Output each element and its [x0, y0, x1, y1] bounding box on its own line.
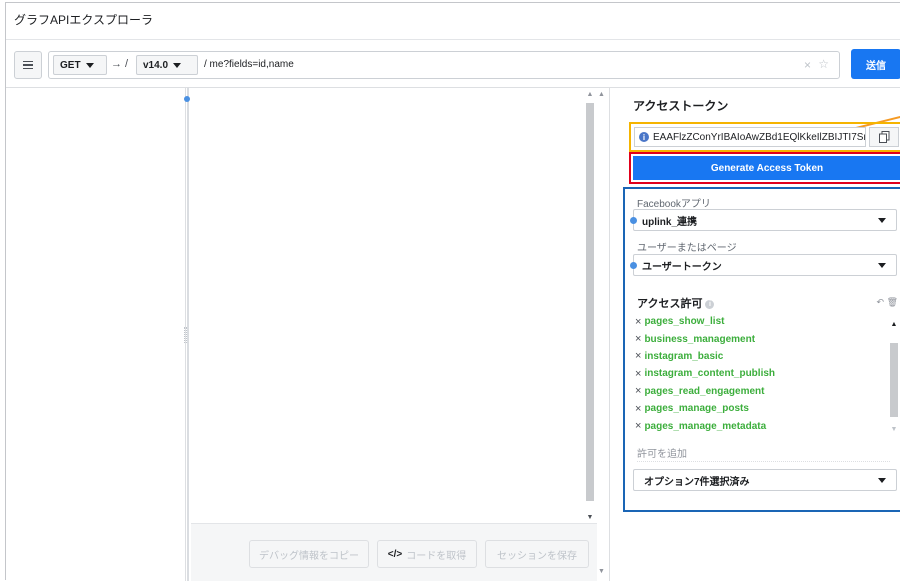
chevron-down-icon — [173, 62, 182, 68]
access-token-field[interactable]: i EAAFlzZConYrIBAIoAwZBd1EQlKkeIlZBIJTI7… — [634, 127, 866, 147]
permission-item: × instagram_basic — [635, 348, 885, 365]
generate-highlight: Generate Access Token — [629, 152, 900, 184]
chevron-down-icon — [85, 62, 94, 68]
scroll-up-icon[interactable]: ▲ — [584, 91, 596, 98]
submit-button[interactable]: 送信 — [851, 49, 900, 79]
hamburger-icon — [23, 60, 33, 63]
permission-scrollbar[interactable]: ▲ ▼ — [888, 321, 900, 433]
divider — [6, 39, 900, 40]
permission-options-value: オプション7件選択済み — [644, 476, 750, 488]
permission-item: × pages_show_list — [635, 313, 885, 330]
divider — [637, 461, 890, 462]
permission-tools: ↶ 🗑 — [877, 297, 899, 308]
clear-icon[interactable]: × — [804, 58, 811, 72]
hamburger-icon-line — [23, 67, 33, 70]
facebook-app-value: uplink_連携 — [642, 216, 698, 228]
remove-icon[interactable]: × — [635, 385, 641, 397]
access-token-value: EAAFlzZConYrIBAIoAwZBd1EQlKkeIlZBIJTI7Sr… — [653, 131, 866, 143]
chevron-down-icon — [878, 218, 886, 223]
method-select[interactable]: GET — [53, 55, 107, 75]
permission-label: pages_show_list — [644, 316, 725, 328]
copy-debug-button[interactable]: デバッグ情報をコピー — [249, 540, 369, 568]
permission-item: × instagram_content_publish — [635, 365, 885, 382]
editor-gutter — [187, 87, 189, 581]
permission-label: pages_manage_posts — [644, 403, 749, 415]
copy-button[interactable] — [869, 127, 899, 147]
scroll-down-icon[interactable]: ▼ — [598, 568, 605, 575]
permission-label: pages_read_engagement — [644, 385, 765, 397]
request-url-bar: GET → / v14.0 / me?fields=id,name × ☆ — [48, 51, 840, 79]
remove-icon[interactable]: × — [635, 368, 641, 380]
add-permission-label: 許可を追加 — [637, 449, 687, 460]
path-input[interactable]: / me?fields=id,name — [204, 59, 294, 70]
scroll-up-icon[interactable]: ▲ — [598, 91, 605, 98]
editor-footer: デバッグ情報をコピー </> コードを取得 セッションを保存 — [191, 523, 597, 581]
user-or-page-select[interactable]: ユーザートークン — [630, 254, 897, 276]
permissions-heading-label: アクセス許可 — [637, 298, 703, 310]
access-token-heading: アクセストークン — [633, 99, 729, 113]
request-toolbar: GET → / v14.0 / me?fields=id,name × ☆ 送信 — [14, 49, 900, 79]
trash-icon[interactable]: 🗑 — [887, 297, 898, 307]
remove-icon[interactable]: × — [635, 403, 641, 415]
page-title: グラフAPIエクスプローラ — [14, 13, 153, 27]
response-editor: ▲ ▼ ▲ ▼ デバッグ情報をコピー </> コードを取得 セッションを保存 — [184, 87, 610, 581]
user-or-page-value: ユーザートークン — [642, 261, 722, 273]
permission-label: instagram_content_publish — [644, 368, 776, 380]
left-pane — [6, 87, 186, 581]
save-session-button[interactable]: セッションを保存 — [485, 540, 589, 568]
permissions-heading: アクセス許可 i — [637, 295, 715, 311]
scroll-thumb[interactable] — [586, 103, 594, 501]
info-icon: i — [705, 300, 715, 309]
menu-button[interactable] — [14, 51, 42, 79]
facebook-app-select[interactable]: uplink_連携 — [630, 209, 897, 231]
chevron-down-icon — [878, 478, 886, 483]
scroll-down-icon[interactable]: ▼ — [584, 514, 596, 521]
permission-label: instagram_basic — [644, 350, 724, 362]
permission-item: × pages_read_engagement — [635, 383, 885, 400]
hamburger-icon-line — [23, 64, 33, 66]
copy-icon — [878, 131, 889, 143]
undo-icon[interactable]: ↶ — [877, 297, 885, 307]
resize-handle[interactable] — [184, 327, 187, 343]
facebook-app-label: Facebookアプリ — [637, 199, 711, 210]
version-select[interactable]: v14.0 — [136, 55, 198, 75]
permission-options-select[interactable]: オプション7件選択済み — [633, 469, 897, 491]
token-highlight: i EAAFlzZConYrIBAIoAwZBd1EQlKkeIlZBIJTI7… — [629, 122, 900, 152]
star-icon[interactable]: ☆ — [818, 57, 829, 71]
remove-icon[interactable]: × — [635, 333, 641, 345]
user-or-page-label: ユーザーまたはページ — [637, 243, 737, 254]
scroll-thumb[interactable] — [890, 343, 898, 417]
permission-item: × pages_manage_posts — [635, 400, 885, 417]
settings-highlight: Facebookアプリ uplink_連携 ユーザーまたはページ ユーザートーク… — [623, 187, 900, 512]
breakpoint-dot — [184, 96, 190, 102]
remove-icon[interactable]: × — [635, 350, 641, 362]
scroll-up-icon[interactable]: ▲ — [888, 321, 900, 328]
permission-item: × pages_manage_metadata — [635, 417, 885, 434]
generate-access-token-button[interactable]: Generate Access Token — [633, 156, 900, 180]
get-code-label: コードを取得 — [406, 550, 467, 562]
chevron-down-icon — [878, 263, 886, 268]
info-icon: i — [639, 132, 649, 142]
code-icon: </> — [387, 548, 403, 560]
editor-scrollbar[interactable]: ▲ ▼ — [584, 91, 596, 521]
path-separator: → / — [111, 58, 129, 70]
get-code-button[interactable]: </> コードを取得 — [377, 540, 477, 568]
settings-pane: アクセストークン i EAAFlzZConYrIBAIoAwZBd1EQlKke… — [611, 87, 900, 581]
permission-label: pages_manage_metadata — [644, 420, 767, 432]
status-dot — [630, 261, 637, 269]
graph-explorer-window: グラフAPIエクスプローラ GET → / v14.0 / me?fields=… — [5, 2, 900, 581]
method-value: GET — [60, 59, 81, 71]
remove-icon[interactable]: × — [635, 420, 641, 432]
status-dot — [630, 216, 637, 224]
permission-item: × business_management — [635, 330, 885, 347]
permission-list: × pages_show_list × business_management × i… — [635, 313, 885, 435]
permission-label: business_management — [644, 333, 756, 345]
scroll-down-icon[interactable]: ▼ — [888, 426, 900, 433]
remove-icon[interactable]: × — [635, 316, 641, 328]
version-value: v14.0 — [143, 59, 169, 71]
